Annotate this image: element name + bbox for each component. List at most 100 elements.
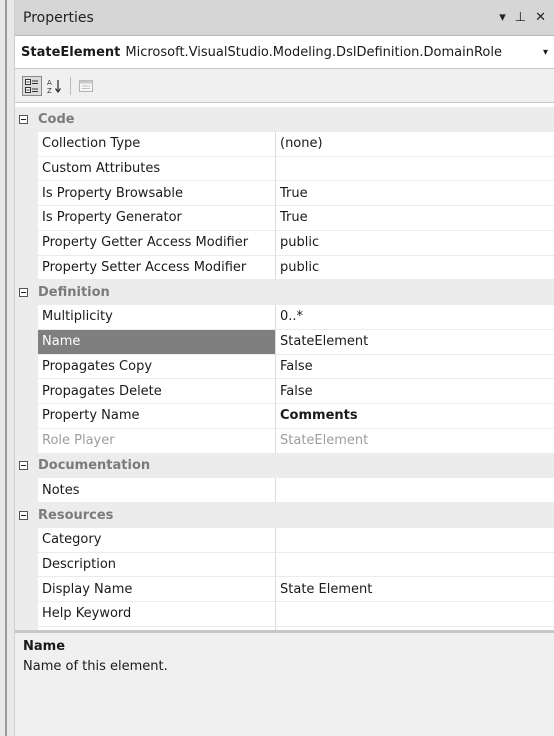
property-name[interactable]: Name	[38, 329, 276, 355]
left-splitter[interactable]	[0, 0, 15, 736]
property-value[interactable]: False	[276, 355, 554, 380]
property-row[interactable]: Notes	[15, 478, 554, 503]
category-label: Documentation	[38, 458, 151, 474]
splitter-grip	[5, 0, 7, 736]
category-code[interactable]: Code	[15, 107, 554, 132]
property-name[interactable]: Multiplicity	[38, 305, 276, 330]
property-value[interactable]	[276, 528, 554, 553]
property-row[interactable]: Property Setter Access Modifier public	[15, 255, 554, 281]
property-name[interactable]: Description	[38, 552, 276, 578]
property-value[interactable]	[276, 157, 554, 182]
row-gutter	[15, 181, 38, 206]
property-value[interactable]: 0..*	[276, 305, 554, 330]
property-row[interactable]: Role Player StateElement	[15, 428, 554, 454]
collapse-icon[interactable]	[19, 288, 28, 298]
property-name[interactable]: Property Name	[38, 404, 276, 429]
row-gutter	[15, 404, 38, 429]
property-row[interactable]: Propagates Copy False	[15, 354, 554, 380]
property-pages-button[interactable]	[76, 76, 96, 96]
property-value[interactable]: StateElement	[276, 330, 554, 355]
category-documentation[interactable]: Documentation	[15, 453, 554, 479]
property-row[interactable]: Is Property Browsable True	[15, 181, 554, 206]
property-value[interactable]: Comments	[276, 404, 554, 429]
property-row[interactable]: Is Property Generator True	[15, 206, 554, 231]
property-name[interactable]: Category	[38, 527, 276, 553]
property-value[interactable]: True	[276, 206, 554, 231]
row-gutter	[15, 577, 38, 602]
property-name[interactable]: Is Property Generator	[38, 206, 276, 231]
property-value[interactable]	[276, 553, 554, 578]
categorized-icon	[25, 78, 38, 93]
row-gutter	[15, 552, 38, 578]
property-name[interactable]: Role Player	[38, 428, 276, 454]
object-type: Microsoft.VisualStudio.Modeling.DslDefin…	[125, 44, 502, 60]
property-row[interactable]: Propagates Delete False	[15, 379, 554, 404]
category-label: Resources	[38, 507, 114, 523]
collapse-icon[interactable]	[19, 114, 28, 124]
category-toggle[interactable]	[15, 280, 32, 305]
window-menu-dropdown-icon[interactable]: ▾	[499, 10, 506, 25]
categorized-button[interactable]	[22, 75, 42, 96]
property-name[interactable]: Propagates Delete	[38, 379, 276, 404]
property-name[interactable]: Property Setter Access Modifier	[38, 255, 276, 281]
close-icon[interactable]: ✕	[535, 10, 546, 25]
svg-text:Z: Z	[47, 87, 52, 94]
row-gutter	[15, 329, 38, 355]
description-title: Name	[23, 639, 66, 654]
svg-text:A: A	[47, 79, 52, 87]
category-label: Definition	[38, 285, 110, 301]
alphabetical-button[interactable]: A Z	[45, 76, 65, 96]
properties-toolbar: A Z	[15, 69, 554, 103]
property-value[interactable]: True	[276, 181, 554, 206]
row-gutter	[15, 527, 38, 553]
property-row[interactable]: Custom Attributes	[15, 156, 554, 182]
property-name[interactable]: Is Property Browsable	[38, 181, 276, 206]
property-row[interactable]: Name StateElement	[15, 329, 554, 355]
property-row[interactable]: Property Name Comments	[15, 404, 554, 429]
object-selector[interactable]: StateElement Microsoft.VisualStudio.Mode…	[15, 36, 554, 69]
property-value[interactable]: public	[276, 256, 554, 281]
object-name: StateElement	[21, 44, 121, 60]
properties-window: Properties ▾ ⊥ ✕ StateElement Microsoft.…	[15, 0, 554, 736]
property-value[interactable]: State Element	[276, 577, 554, 602]
property-row[interactable]: Multiplicity 0..*	[15, 305, 554, 330]
property-value[interactable]: False	[276, 379, 554, 404]
property-name[interactable]: Notes	[38, 478, 276, 503]
pin-icon[interactable]: ⊥	[515, 10, 526, 25]
property-value[interactable]: public	[276, 231, 554, 256]
chevron-down-icon[interactable]: ▾	[543, 47, 548, 58]
property-value[interactable]: StateElement	[276, 429, 554, 454]
category-toggle[interactable]	[15, 454, 32, 479]
row-gutter	[15, 379, 38, 404]
description-text: Name of this element.	[23, 659, 168, 674]
property-name[interactable]: Help Keyword	[38, 602, 276, 627]
property-row[interactable]: Display Name State Element	[15, 577, 554, 602]
category-toggle[interactable]	[15, 503, 32, 528]
property-name[interactable]: Custom Attributes	[38, 156, 276, 182]
property-value[interactable]	[276, 478, 554, 503]
property-name[interactable]: Property Getter Access Modifier	[38, 230, 276, 256]
property-name[interactable]: Display Name	[38, 577, 276, 602]
property-value[interactable]	[276, 602, 554, 627]
property-value[interactable]: (none)	[276, 132, 554, 157]
property-row[interactable]: Collection Type (none)	[15, 131, 554, 157]
row-gutter	[15, 354, 38, 380]
row-gutter	[15, 602, 38, 627]
category-label: Code	[38, 111, 75, 127]
row-gutter	[15, 230, 38, 256]
property-row[interactable]: Category	[15, 527, 554, 553]
row-gutter	[15, 428, 38, 454]
category-resources[interactable]: Resources	[15, 503, 554, 528]
collapse-icon[interactable]	[19, 510, 28, 520]
property-name[interactable]: Collection Type	[38, 131, 276, 157]
title-bar: Properties ▾ ⊥ ✕	[15, 0, 554, 36]
property-row[interactable]: Property Getter Access Modifier public	[15, 230, 554, 256]
property-name[interactable]: Propagates Copy	[38, 354, 276, 380]
collapse-icon[interactable]	[19, 461, 28, 471]
property-row[interactable]: Description	[15, 552, 554, 578]
category-definition[interactable]: Definition	[15, 280, 554, 305]
property-row[interactable]: Help Keyword	[15, 602, 554, 627]
window-title: Properties	[23, 9, 94, 26]
row-gutter	[15, 478, 38, 503]
category-toggle[interactable]	[15, 107, 32, 132]
